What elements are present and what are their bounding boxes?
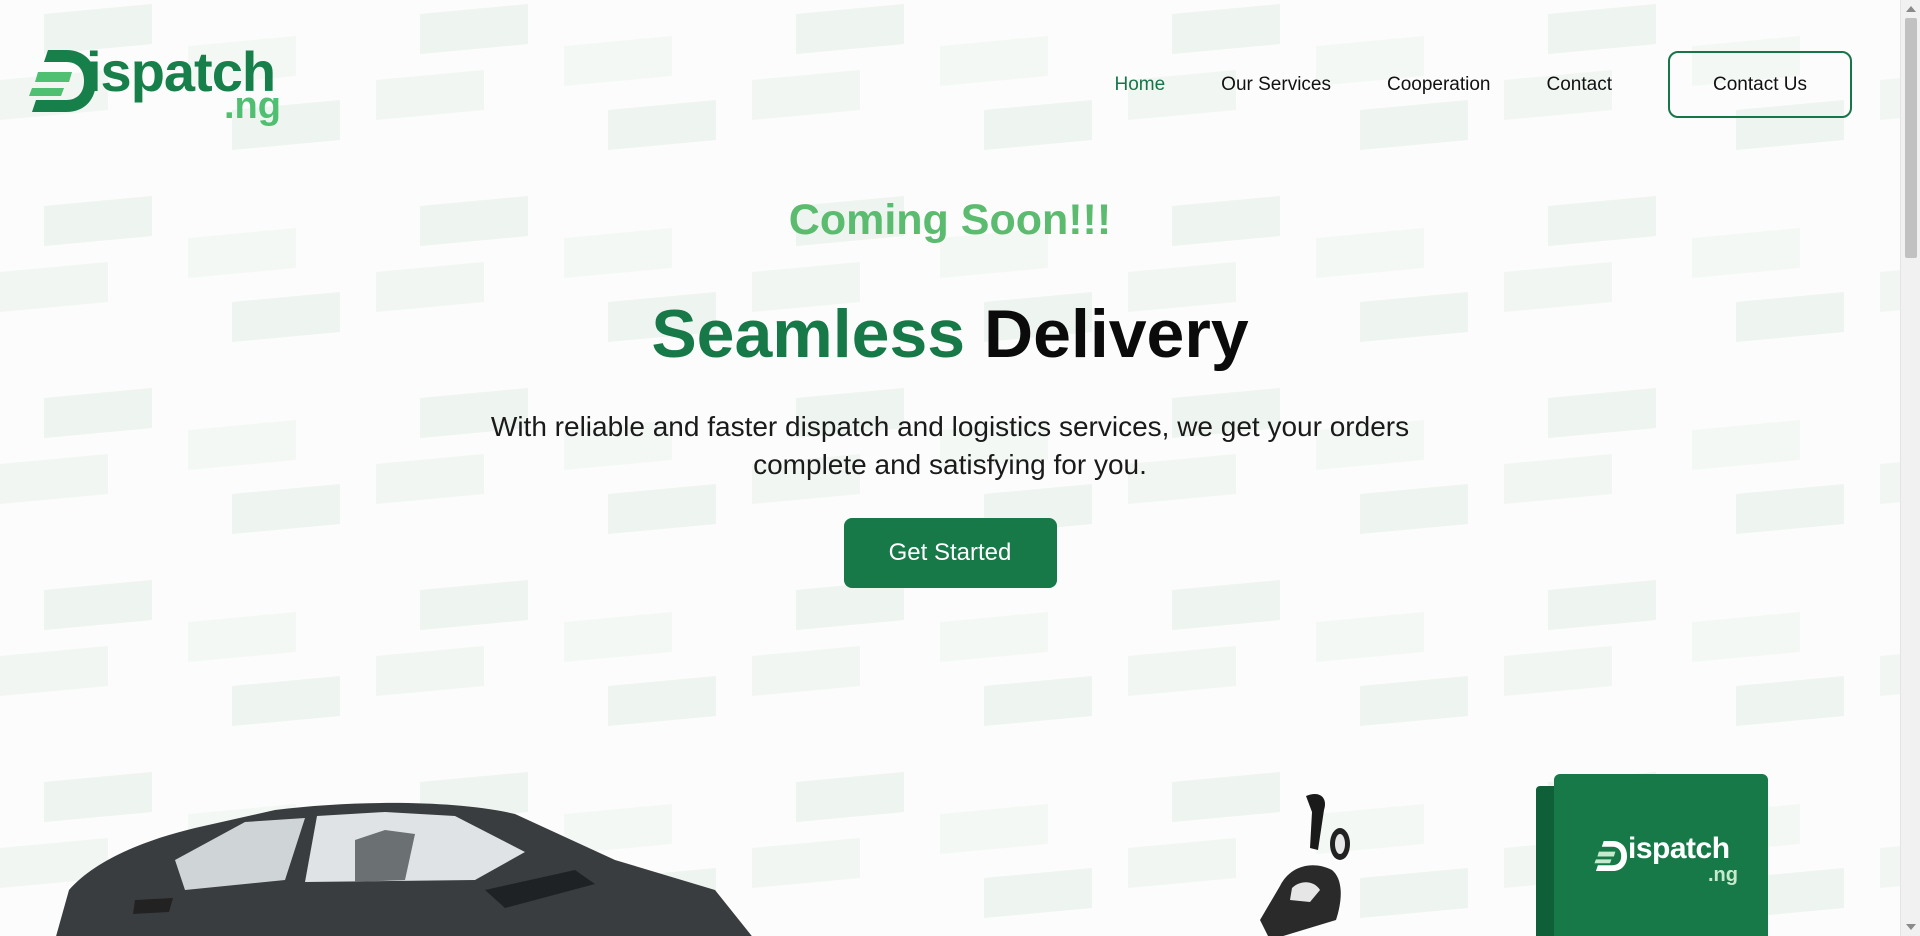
box-logo-mark-icon bbox=[1594, 840, 1628, 872]
headline-accent: Seamless bbox=[651, 296, 966, 372]
nav-contact[interactable]: Contact bbox=[1547, 52, 1612, 118]
nav-cooperation[interactable]: Cooperation bbox=[1387, 52, 1491, 118]
nav-our-services[interactable]: Our Services bbox=[1221, 52, 1331, 118]
scroll-thumb[interactable] bbox=[1905, 18, 1917, 258]
delivery-box-image: ispatch .ng bbox=[1536, 772, 1770, 936]
main-nav: Home Our Services Cooperation Contact Co… bbox=[1114, 51, 1852, 118]
nav-home[interactable]: Home bbox=[1114, 52, 1165, 118]
box-logo-tld: .ng bbox=[1708, 864, 1738, 886]
headline-rest: Delivery bbox=[984, 296, 1249, 372]
delivery-scooter-image bbox=[1260, 793, 1350, 936]
logo-tld: .ng bbox=[224, 85, 281, 127]
sedan-car-image bbox=[56, 802, 752, 936]
contact-us-button[interactable]: Contact Us bbox=[1668, 51, 1852, 118]
box-logo-wordmark: ispatch bbox=[1628, 832, 1730, 865]
page-scrollbar[interactable] bbox=[1900, 0, 1920, 936]
scroll-up-icon[interactable] bbox=[1906, 6, 1916, 12]
get-started-button[interactable]: Get Started bbox=[843, 518, 1057, 588]
coming-soon-badge: Coming Soon!!! bbox=[788, 196, 1112, 244]
scroll-down-icon[interactable] bbox=[1906, 924, 1916, 930]
brand-logo[interactable]: ispatch .ng bbox=[28, 40, 288, 127]
hero-subtext: With reliable and faster dispatch and lo… bbox=[490, 411, 1410, 480]
hero-headline: Seamless Delivery bbox=[0, 294, 1900, 374]
hero-section: Coming Soon!!! Seamless Delivery With re… bbox=[0, 190, 1900, 588]
